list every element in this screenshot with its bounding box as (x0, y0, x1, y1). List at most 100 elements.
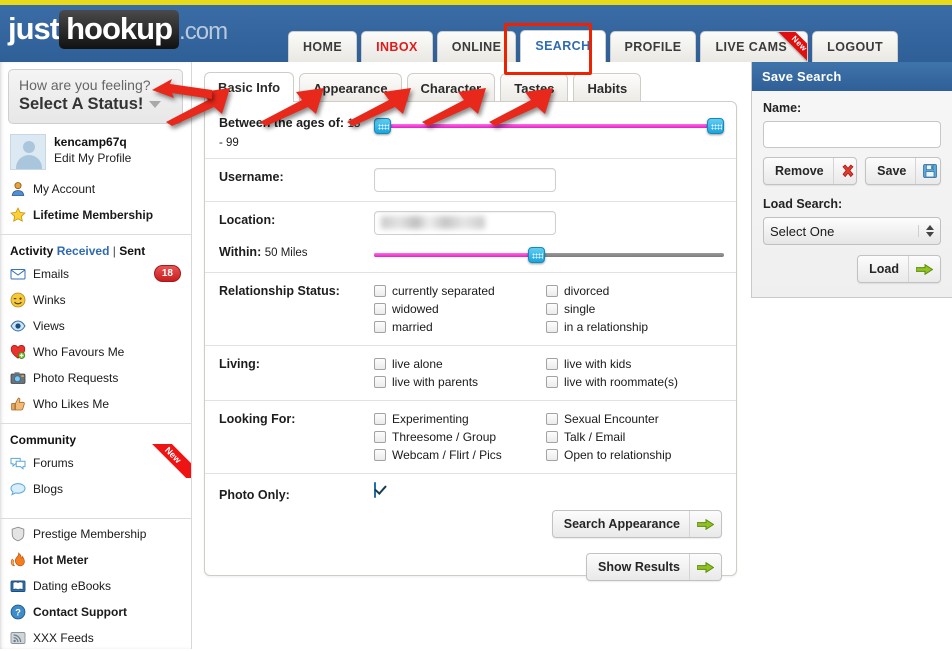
checkbox-photo-only[interactable] (374, 482, 376, 498)
checkbox-box[interactable] (374, 303, 386, 315)
show-results-button[interactable]: Show Results (586, 553, 722, 581)
sidebar-item-label: Photo Requests (33, 371, 119, 385)
sidebar-item-hot-meter[interactable]: Hot Meter (0, 547, 191, 573)
sidebar-item-label: Forums (33, 456, 74, 470)
age-slider-handle-min[interactable] (374, 118, 391, 134)
checkbox-box[interactable] (546, 285, 558, 297)
checkbox-box[interactable] (374, 321, 386, 333)
logo-part-2: hookup (59, 10, 180, 49)
relationship-status-row: Relationship Status: currently separated… (205, 273, 736, 346)
checkbox-box[interactable] (546, 413, 558, 425)
checkbox-live-with-kids[interactable]: live with kids (546, 355, 718, 373)
nav-tab-home[interactable]: HOME (288, 31, 358, 62)
age-range-slider[interactable] (374, 118, 724, 134)
subtab-appearance[interactable]: Appearance (299, 73, 402, 102)
nav-tab-search[interactable]: SEARCH (520, 30, 606, 62)
nav-tab-live-cams[interactable]: LIVE CAMS New (700, 31, 809, 62)
nav-tab-profile[interactable]: PROFILE (609, 31, 697, 62)
load-search-button[interactable]: Load (857, 255, 941, 283)
checkbox-box[interactable] (546, 321, 558, 333)
checkbox-single[interactable]: single (546, 300, 718, 318)
checkbox-married[interactable]: married (374, 318, 546, 336)
subtab-basic-info[interactable]: Basic Info (204, 72, 295, 102)
checkbox-box[interactable] (546, 303, 558, 315)
checkbox-divorced[interactable]: divorced (546, 282, 718, 300)
status-question: How are you feeling? (19, 77, 151, 93)
checkbox-threesome-group[interactable]: Threesome / Group (374, 428, 546, 446)
checkbox-open-to-relationship[interactable]: Open to relationship (546, 446, 718, 464)
sidebar-item-my-account[interactable]: My Account (0, 176, 191, 202)
save-search-button[interactable]: Save (865, 157, 941, 185)
checkbox-live-alone[interactable]: live alone (374, 355, 546, 373)
remove-search-button[interactable]: Remove (763, 157, 858, 185)
nav-tab-online[interactable]: ONLINE (436, 31, 517, 62)
username-input[interactable] (374, 168, 556, 192)
load-search-select[interactable]: Select One (763, 217, 941, 245)
within-distance-slider[interactable] (374, 247, 724, 263)
photo-only-row: Photo Only: (205, 474, 736, 504)
photo-only-label: Photo Only: (219, 488, 290, 502)
sidebar-item-blogs[interactable]: Blogs (0, 476, 191, 502)
logo-part-1: just (8, 11, 60, 46)
checkbox-talk-email[interactable]: Talk / Email (546, 428, 718, 446)
checkbox-experimenting[interactable]: Experimenting (374, 410, 546, 428)
checkbox-box[interactable] (374, 431, 386, 443)
checkbox-box[interactable] (546, 431, 558, 443)
checkbox-widowed[interactable]: widowed (374, 300, 546, 318)
checkbox-box[interactable] (374, 376, 386, 388)
avatar[interactable] (10, 134, 46, 170)
sidebar-item-who-likes-me[interactable]: Who Likes Me (0, 391, 191, 417)
thumbs-up-icon (11, 397, 25, 411)
checkbox-box[interactable] (374, 413, 386, 425)
show-results-label: Show Results (598, 560, 680, 574)
checkbox-label: Open to relationship (564, 448, 672, 462)
sidebar-item-who-favours-me[interactable]: Who Favours Me (0, 339, 191, 365)
checkbox-label: Experimenting (392, 412, 469, 426)
checkbox-currently-separated[interactable]: currently separated (374, 282, 546, 300)
activity-sent-link[interactable]: Sent (119, 244, 145, 258)
activity-received-link[interactable]: Received (57, 244, 110, 258)
nav-tab-inbox[interactable]: INBOX (361, 31, 433, 62)
chat-bubbles-icon (10, 457, 26, 470)
nav-tab-label: INBOX (376, 40, 418, 54)
sidebar-item-photo-requests[interactable]: Photo Requests (0, 365, 191, 391)
subtab-character[interactable]: Character (406, 73, 496, 102)
nav-tab-logout[interactable]: LOGOUT (812, 31, 899, 62)
sidebar-item-label: Views (33, 319, 65, 333)
status-selector[interactable]: How are you feeling? Select A Status! (8, 69, 183, 124)
nav-tab-label: ONLINE (451, 40, 502, 54)
within-slider-handle[interactable] (528, 247, 545, 263)
sidebar-item-emails[interactable]: Emails 18 (0, 261, 191, 287)
checkbox-sexual-encounter[interactable]: Sexual Encounter (546, 410, 718, 428)
checkbox-live-with-roommates[interactable]: live with roommate(s) (546, 373, 718, 391)
looking-for-row: Looking For: Experimenting Threesome / G… (205, 401, 736, 474)
subtab-tastes[interactable]: Tastes (500, 73, 569, 102)
checkbox-box[interactable] (374, 285, 386, 297)
checkbox-in-a-relationship[interactable]: in a relationship (546, 318, 718, 336)
checkbox-box[interactable] (374, 449, 386, 461)
search-appearance-button[interactable]: Search Appearance (551, 510, 722, 538)
checkbox-box[interactable] (374, 358, 386, 370)
age-slider-handle-max[interactable] (707, 118, 724, 134)
checkbox-box[interactable] (546, 376, 558, 388)
sidebar-item-winks[interactable]: Winks (0, 287, 191, 313)
sidebar-item-contact-support[interactable]: ? Contact Support (0, 599, 191, 625)
checkbox-label: Sexual Encounter (564, 412, 659, 426)
looking-for-options-left: Experimenting Threesome / Group Webcam /… (374, 410, 546, 464)
save-search-name-input[interactable] (763, 121, 941, 148)
checkbox-box[interactable] (546, 358, 558, 370)
subtab-habits[interactable]: Habits (573, 73, 642, 102)
checkbox-webcam-flirt-pics[interactable]: Webcam / Flirt / Pics (374, 446, 546, 464)
checkbox-label: widowed (392, 302, 439, 316)
checkbox-live-with-parents[interactable]: live with parents (374, 373, 546, 391)
sidebar-item-xxx-feeds[interactable]: XXX Feeds (0, 625, 191, 651)
sidebar-item-views[interactable]: Views (0, 313, 191, 339)
sidebar-item-prestige-membership[interactable]: Prestige Membership (0, 521, 191, 547)
sidebar-item-dating-ebooks[interactable]: Dating eBooks (0, 573, 191, 599)
sidebar-item-lifetime-membership[interactable]: Lifetime Membership (0, 202, 191, 228)
sidebar-item-forums[interactable]: Forums New (0, 444, 191, 478)
checkbox-box[interactable] (546, 449, 558, 461)
edit-profile-link[interactable]: Edit My Profile (54, 150, 131, 167)
status-value-row[interactable]: Select A Status! (19, 95, 172, 114)
site-logo[interactable]: just hookup .com (8, 10, 228, 49)
